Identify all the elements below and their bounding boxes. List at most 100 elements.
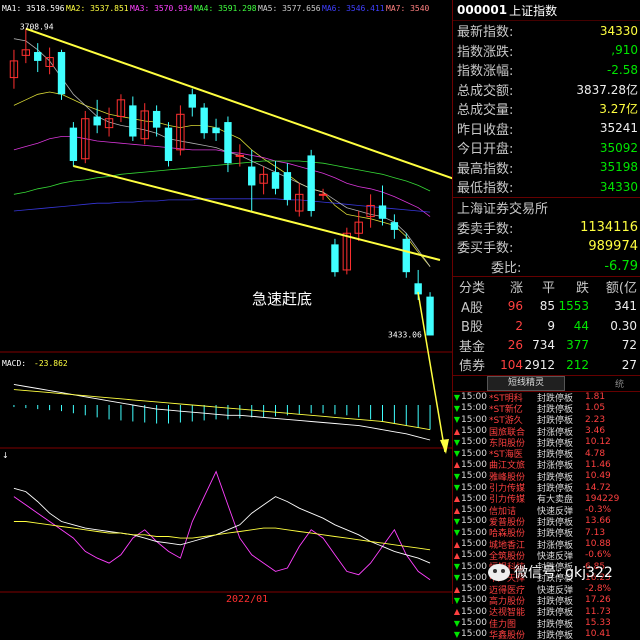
news-event: 封跌停板 [537,595,585,606]
quote-value: 35241 [600,121,638,135]
news-time: 15:00 [461,573,489,583]
quote-value: -2.58 [607,63,638,77]
candle-body-down [331,244,338,272]
news-value: 10.41 [585,629,635,639]
quote-label: 总成交额: [457,80,513,99]
arrow-down-icon: ▼ [453,528,461,537]
quote-label: 今日开盘: [457,138,513,157]
news-stock: 全筑股份 [489,550,537,561]
news-item: ▼15:00佳力图封跌停板15.33 [453,617,640,628]
kline-chart-area[interactable]: MA1: 3518.596MA2: 3537.851MA3: 3570.934M… [0,0,452,604]
news-value: 10.88 [585,539,635,549]
order-value: 1134116 [580,220,638,235]
news-time: 15:00 [461,528,489,538]
breadth-amount: 27 [589,358,637,372]
kline-chart[interactable]: MA1: 3518.596MA2: 3537.851MA3: 3570.934M… [0,0,452,604]
breadth-up: 104 [491,358,523,372]
order-row: 委比: -6.79 [453,257,640,277]
news-stock: 哈森股份 [489,527,537,538]
candle-body-down [426,297,433,336]
news-item: ▼15:00哈森股份封跌停板7.13 [453,527,640,538]
osc-white-line [14,488,430,563]
ma-legend-item: MA7: 3540 [386,4,430,13]
breadth-down: 44 [555,319,589,333]
arrow-up-icon: ▲ [453,494,461,503]
news-stock: 引力传媒 [489,493,537,504]
high-price-label: 3708.94 [20,23,54,32]
ma-line [14,92,430,267]
tab-short-line[interactable]: 短线精灵 [487,376,565,391]
annotation-label: 急速赶底 [252,288,312,309]
quote-value: 3.27亿 [599,100,638,117]
quote-label: 最新指数: [457,21,513,40]
candle-body-down [224,122,231,163]
arrow-down-icon: ▼ [453,483,461,492]
breadth-flat: 9 [523,319,555,333]
news-event: 封跌停板 [537,629,585,640]
news-stock: 佳力图 [489,617,537,628]
news-event: 封跌停板 [537,448,585,459]
news-time: 15:00 [461,449,489,459]
news-item: ▲15:00国旅联合封涨停板3.46 [453,425,640,436]
news-value: 11.73 [585,607,635,617]
breadth-down: 1553 [555,299,589,313]
news-item: ▼15:00*ST新亿封跌停板1.05 [453,403,640,414]
index-name: 上证指数 [509,2,557,19]
order-value: -6.79 [604,259,638,274]
ma-legend-item: MA6: 3546.411 [322,4,385,13]
arrow-down-icon: ▼ [453,517,461,526]
breadth-flat: 734 [523,338,555,352]
arrow-up-icon: ▲ [453,506,461,515]
arrow-up-icon: ▲ [453,460,461,469]
breadth-category: 债券 [453,355,491,374]
breadth-header-cell: 涨 [491,277,523,296]
arrow-up-icon: ▲ [453,427,461,436]
quote-label: 最低指数: [457,177,513,196]
news-stock: 高力股份 [489,595,537,606]
breadth-amount: 0.30 [589,319,637,333]
quote-value: 35198 [600,160,638,174]
breadth-category: A股 [453,297,491,316]
breadth-down: 377 [555,338,589,352]
news-item: ▲15:00迈得医疗快速反弹-2.8% [453,584,640,595]
quote-label: 总成交量: [457,99,513,118]
low-price-label: 3433.06 [388,330,422,339]
news-event: 封跌停板 [537,471,585,482]
news-item: ▼15:00爱普股份封跌停板13.66 [453,516,640,527]
candle-body-down [58,52,65,94]
news-item: ▼15:00东阳股份封跌停板10.12 [453,437,640,448]
news-event: 快速反弹 [537,504,585,515]
candle-body-down [307,155,314,211]
news-stock: 信加诘 [489,504,537,515]
breadth-header: 分类涨平跌额(亿 [453,277,640,297]
breadth-header-cell: 分类 [453,277,491,296]
news-value: -0.6% [585,550,635,560]
news-time: 15:00 [461,607,489,617]
arrow-up-icon: ▲ [453,540,461,549]
chart-grid [0,352,452,592]
news-value: 3.46 [585,426,635,436]
news-time: 15:00 [461,426,489,436]
exchange-name: 上海证券交易所 [453,197,640,218]
breadth-flat: 2912 [523,358,555,372]
arrow-down-icon: ▼ [453,449,461,458]
news-event: 封跌停板 [537,516,585,527]
quote-value: ,910 [611,43,638,57]
news-value: 7.13 [585,528,635,538]
breadth-row: A股96851553341 [453,297,640,317]
breadth-category: 基金 [453,336,491,355]
tab-other[interactable]: 统 [615,377,624,390]
breadth-up: 96 [491,299,523,313]
news-item: ▼15:00*ST明科封跌停板1.81 [453,392,640,403]
arrow-down-icon: ▼ [453,562,461,571]
candle-body-up [319,194,326,195]
news-item: ▼15:00*ST游久封跌停板2.23 [453,414,640,425]
news-stock: *ST新亿 [489,403,537,414]
breadth-flat: 85 [523,299,555,313]
news-stock: 华鑫股份 [489,629,537,640]
news-value: 10.12 [585,437,635,447]
quote-row: 最低指数:34330 [453,177,640,197]
news-value: 1.81 [585,392,635,402]
macd-diff-line [14,384,430,440]
order-label: 委比: [457,257,521,276]
